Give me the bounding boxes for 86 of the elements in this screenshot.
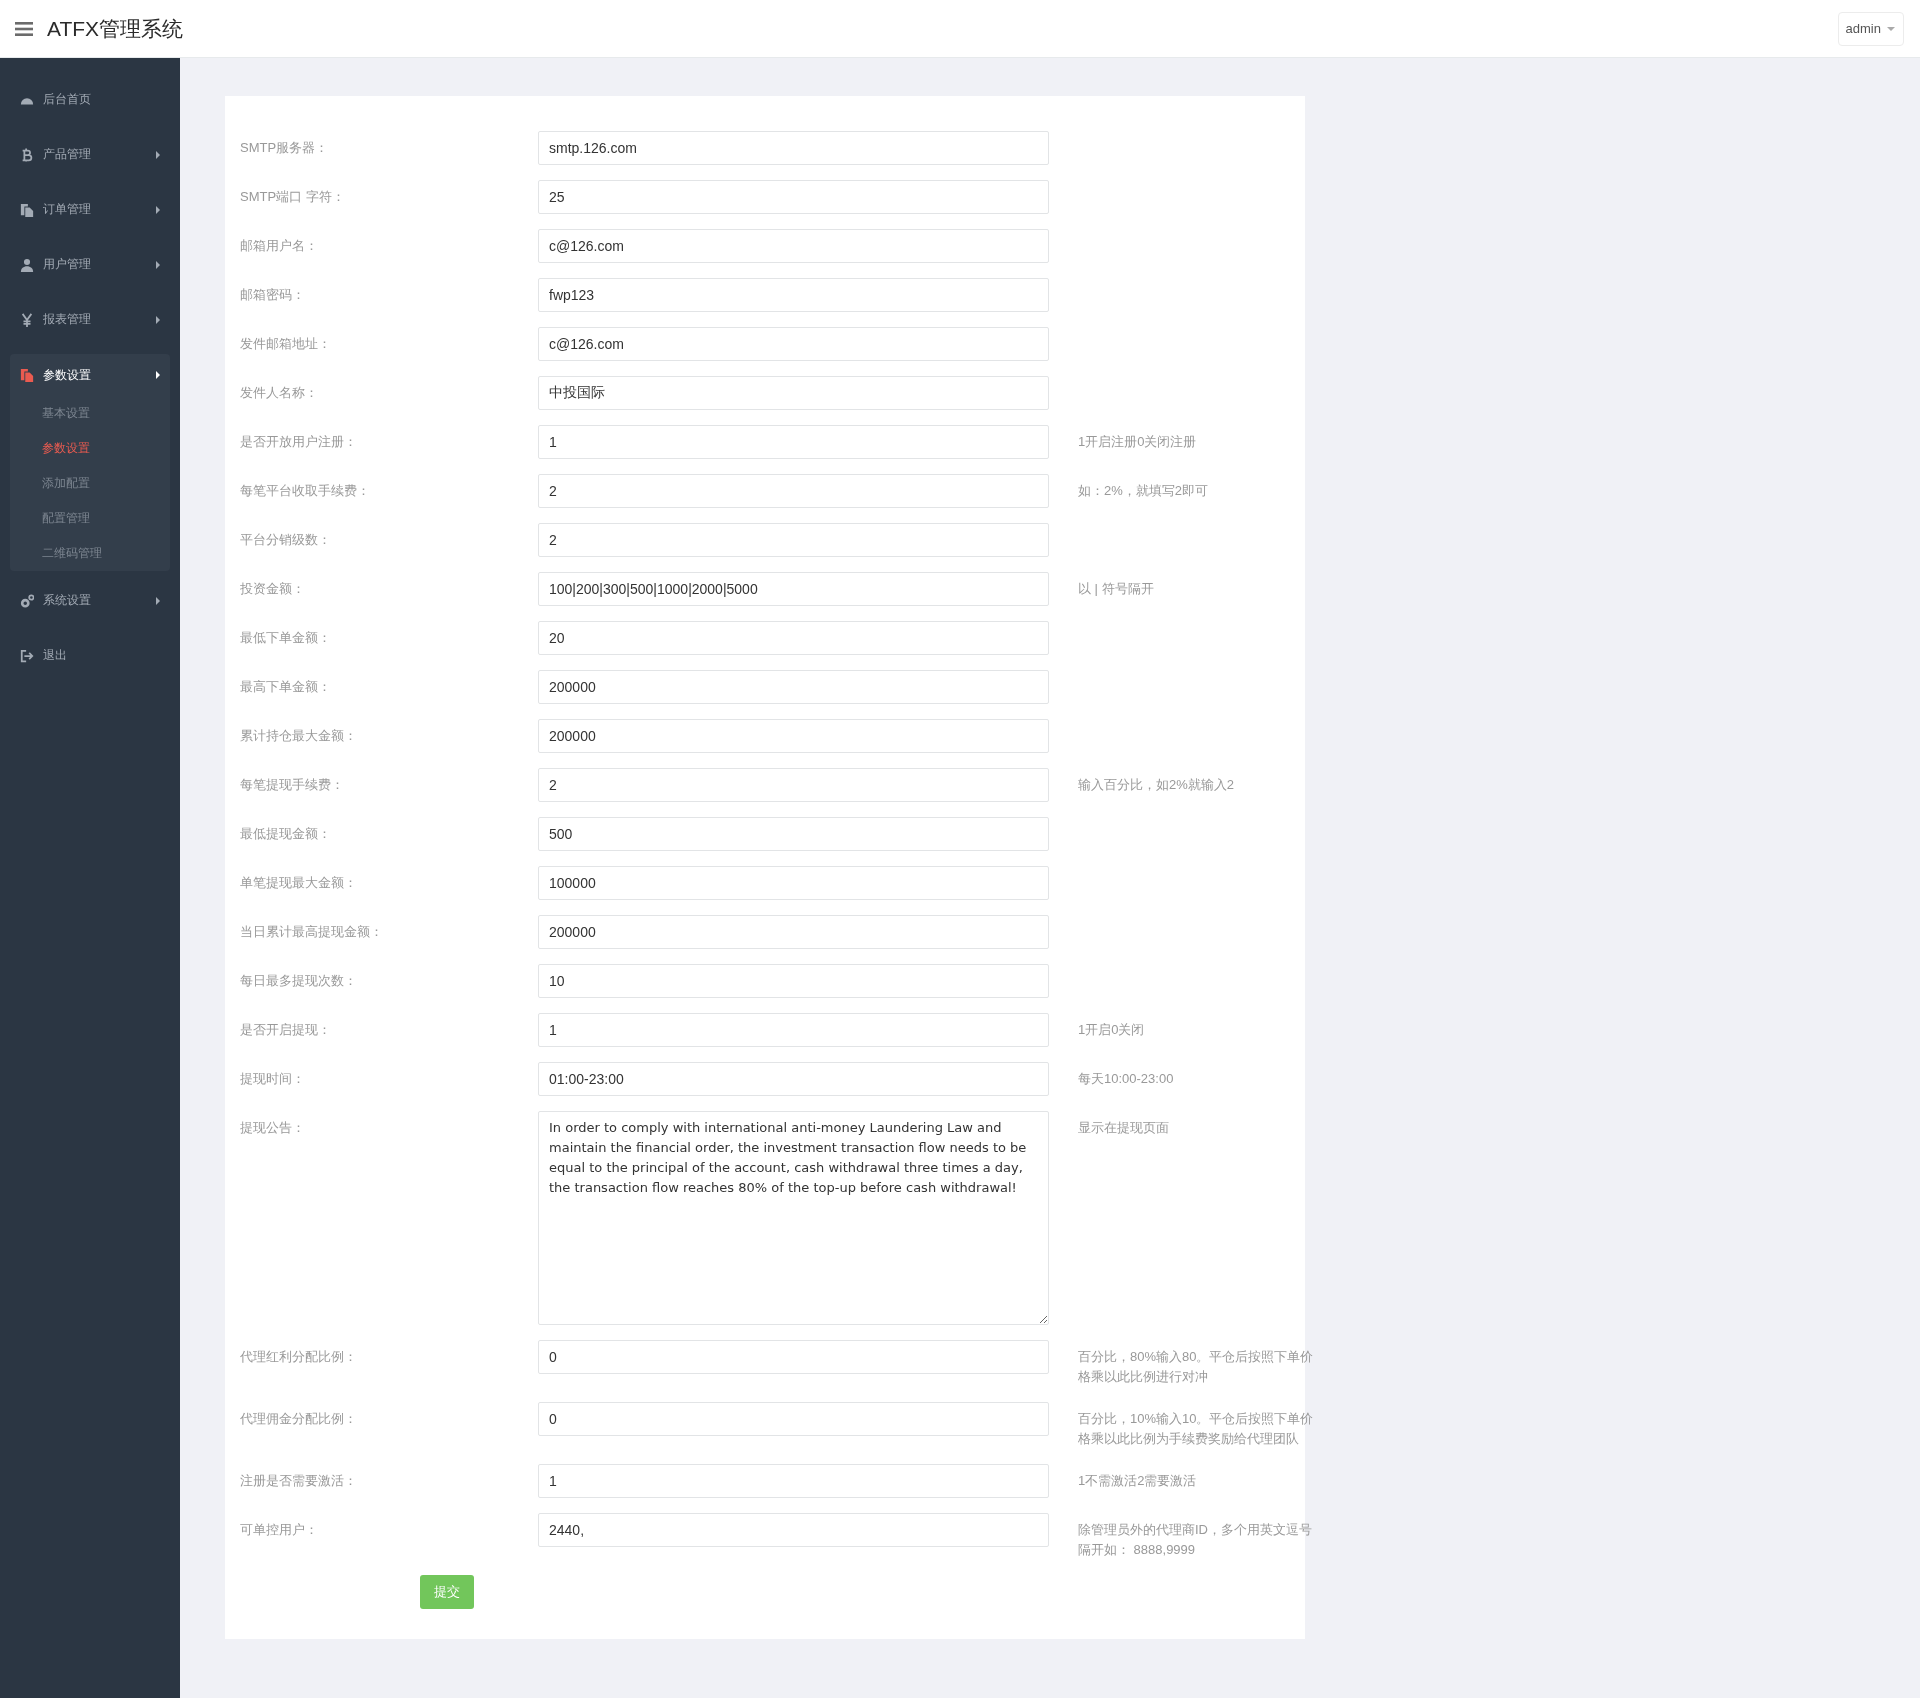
field-label: 是否开启提现： (240, 1021, 332, 1039)
text-field[interactable]: 200000 (538, 719, 1049, 753)
text-field[interactable]: 20 (538, 621, 1049, 655)
text-field[interactable]: 500 (538, 817, 1049, 851)
field-hint: 1开启注册0关闭注册 (1078, 433, 1198, 451)
text-field[interactable]: 1 (538, 425, 1049, 459)
caret-icon (156, 315, 160, 324)
yen-icon (20, 312, 34, 327)
field-label: 投资金额： (240, 580, 306, 598)
field-label: 每日最多提现次数： (240, 972, 358, 990)
caret-icon (156, 260, 160, 269)
files-icon (20, 202, 34, 217)
field-label: 发件邮箱地址： (240, 335, 332, 353)
text-field[interactable]: 01:00-23:00 (538, 1062, 1049, 1096)
caret-icon (156, 371, 160, 379)
field-label: 代理佣金分配比例： (240, 1410, 358, 1428)
caret-icon (156, 596, 160, 605)
field-label: 最低提现金额： (240, 825, 332, 843)
field-label: SMTP服务器： (240, 139, 330, 157)
text-field[interactable]: 1 (538, 1013, 1049, 1047)
text-field[interactable]: 2 (538, 474, 1049, 508)
field-label: 可单控用户： (240, 1521, 319, 1539)
text-field[interactable]: smtp.126.com (538, 131, 1049, 165)
textarea-field[interactable]: In order to comply with international anti-money Laundering Law and maintain the financial order, the investment transaction flow needs to be equal to the principal of the account, cash withdrawal three times a day, the transaction flow reaches 80% of the top-up before cash withdrawal! (538, 1111, 1049, 1325)
text-field[interactable]: 25 (538, 180, 1049, 214)
files-icon (20, 368, 34, 382)
text-field[interactable]: fwp123 (538, 278, 1049, 312)
menu-icon[interactable] (15, 21, 33, 36)
field-label: 提现时间： (240, 1070, 306, 1088)
bitcoin-icon (20, 147, 34, 162)
text-field[interactable]: 200000 (538, 670, 1049, 704)
field-label: 发件人名称： (240, 384, 319, 402)
field-label: 最低下单金额： (240, 629, 332, 647)
caret-icon (156, 150, 160, 159)
sidebar-item[interactable]: 系统设置 (0, 573, 180, 628)
text-field[interactable]: 10 (538, 964, 1049, 998)
sign-out-icon (20, 648, 34, 663)
field-label: 邮箱用户名： (240, 237, 319, 255)
text-field[interactable]: 0 (538, 1402, 1049, 1436)
text-field[interactable]: 中投国际 (538, 376, 1049, 410)
text-field[interactable]: 1 (538, 1464, 1049, 1498)
field-hint: 1开启0关闭 (1078, 1021, 1146, 1039)
sidebar-item[interactable]: 退出 (0, 628, 180, 683)
sidebar-item[interactable]: 产品管理 (0, 127, 180, 182)
text-field[interactable]: 0 (538, 1340, 1049, 1374)
field-label: 当日累计最高提现金额： (240, 923, 384, 941)
field-hint: 百分比，80%输入80。平仓后按照下单价格乘以此比例进行对冲 (1078, 1348, 1315, 1386)
field-label: 最高下单金额： (240, 678, 332, 696)
text-field[interactable]: 2440, (538, 1513, 1049, 1547)
field-label: 提现公告： (240, 1119, 306, 1137)
text-field[interactable]: 2 (538, 768, 1049, 802)
field-label: 平台分销级数： (240, 531, 332, 549)
field-label: 每笔平台收取手续费： (240, 482, 371, 500)
sidebar-item[interactable]: 后台首页 (0, 72, 180, 127)
caret-icon (156, 205, 160, 214)
field-label: 代理红利分配比例： (240, 1348, 358, 1366)
field-hint: 1不需激活2需要激活 (1078, 1472, 1198, 1490)
gears-icon (20, 593, 34, 608)
field-label: SMTP端口 字符： (240, 188, 346, 206)
sidebar-item[interactable]: 报表管理 (0, 292, 180, 347)
field-label: 每笔提现手续费： (240, 776, 345, 794)
field-hint: 显示在提现页面 (1078, 1119, 1170, 1137)
text-field[interactable]: 2 (538, 523, 1049, 557)
user-icon (20, 257, 34, 272)
field-hint: 百分比，10%输入10。平仓后按照下单价格乘以此比例为手续费奖励给代理团队 (1078, 1410, 1315, 1448)
field-label: 注册是否需要激活： (240, 1472, 358, 1490)
sidebar-item[interactable]: 参数设置 (10, 354, 170, 396)
sidebar-item[interactable]: 用户管理 (0, 237, 180, 292)
sidebar-item[interactable]: 订单管理 (0, 182, 180, 237)
field-label: 是否开放用户注册： (240, 433, 358, 451)
field-label: 累计持仓最大金额： (240, 727, 358, 745)
field-hint: 输入百分比，如2%就输入2 (1078, 776, 1236, 794)
text-field[interactable]: 100000 (538, 866, 1049, 900)
text-field[interactable]: 200000 (538, 915, 1049, 949)
user-dropdown[interactable]: admin (1837, 11, 1904, 46)
field-hint: 除管理员外的代理商ID，多个用英文逗号隔开如： 8888,9999 (1078, 1521, 1313, 1559)
text-field[interactable]: c@126.com (538, 229, 1049, 263)
field-hint: 每天10:00-23:00 (1078, 1070, 1175, 1088)
text-field[interactable]: c@126.com (538, 327, 1049, 361)
field-label: 邮箱密码： (240, 286, 306, 304)
field-hint: 以 | 符号隔开 (1078, 580, 1155, 598)
caret-icon (1887, 26, 1895, 31)
text-field[interactable]: 100|200|300|500|1000|2000|5000 (538, 572, 1049, 606)
app-title: ATFX管理系统 (47, 15, 184, 42)
field-label: 单笔提现最大金额： (240, 874, 358, 892)
field-hint: 如：2%，就填写2即可 (1078, 482, 1210, 500)
